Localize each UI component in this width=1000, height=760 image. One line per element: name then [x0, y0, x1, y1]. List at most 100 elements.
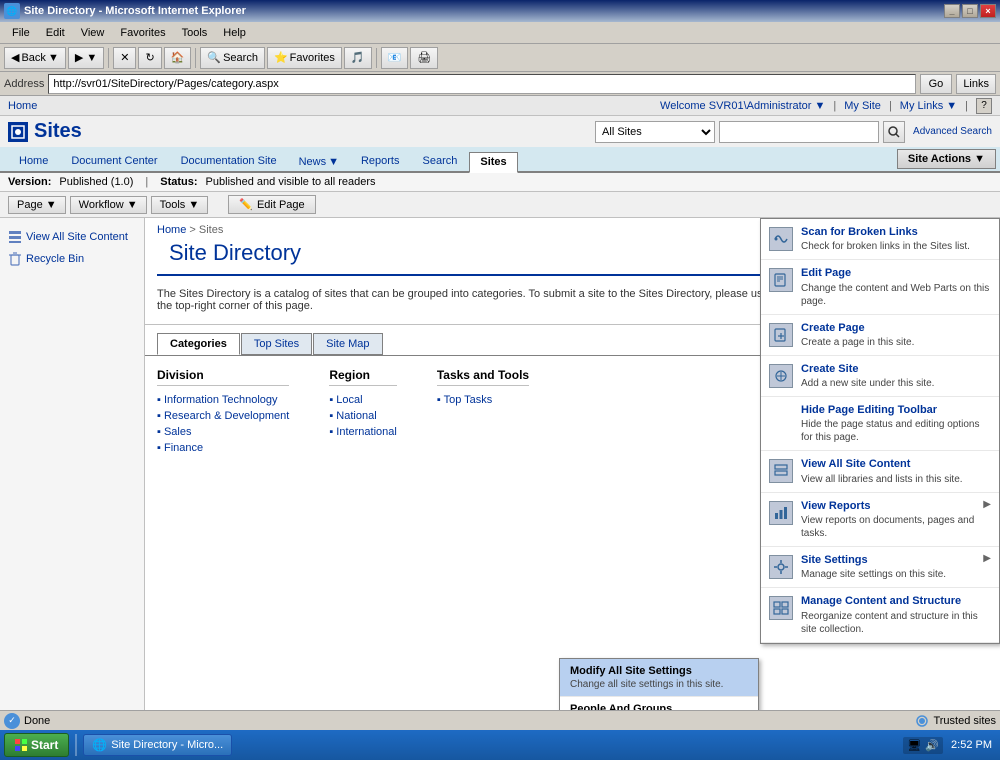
- maximize-button[interactable]: □: [962, 4, 978, 18]
- ms-modify-all[interactable]: Modify All Site Settings Change all site…: [560, 659, 758, 697]
- hide-toolbar-icon: [769, 405, 793, 429]
- tasks-list: Top Tasks: [437, 392, 529, 408]
- menu-view[interactable]: View: [73, 25, 113, 41]
- stop-button[interactable]: ✕: [113, 47, 136, 69]
- sp-sidebar: View All Site Content Recycle Bin: [0, 218, 145, 710]
- breadcrumb-home[interactable]: Home: [157, 224, 186, 236]
- taskbar-ie-item[interactable]: 🌐 Site Directory - Micro...: [83, 734, 232, 756]
- sp-nav-bar: Home Document Center Documentation Site …: [0, 147, 1000, 173]
- sp-nav-search[interactable]: Search: [412, 151, 469, 171]
- sa-create-page[interactable]: Create Page Create a page in this site.: [761, 315, 999, 356]
- menu-favorites[interactable]: Favorites: [112, 25, 173, 41]
- tab-categories[interactable]: Categories: [157, 333, 240, 355]
- sp-sidebar-view-all[interactable]: View All Site Content: [0, 226, 144, 248]
- sp-nav-home[interactable]: Home: [8, 151, 59, 171]
- edit-page-button[interactable]: ✏️ Edit Page: [228, 195, 315, 214]
- toolbar-print[interactable]: 🖨: [410, 47, 438, 69]
- sp-nav-document-center[interactable]: Document Center: [60, 151, 168, 171]
- workflow-dropdown-button[interactable]: Workflow ▼: [70, 196, 147, 214]
- search-button[interactable]: 🔍 Search: [200, 47, 265, 69]
- ms-modify-all-desc: Change all site settings in this site.: [570, 679, 748, 690]
- tools-dropdown-button[interactable]: Tools ▼: [151, 196, 209, 214]
- links-button[interactable]: Links: [956, 74, 996, 94]
- sp-sidebar-recycle-bin[interactable]: Recycle Bin: [0, 248, 144, 270]
- sa-site-settings[interactable]: Site Settings Manage site settings on th…: [761, 547, 999, 588]
- sp-nav-news-dropdown[interactable]: News ▼: [289, 153, 349, 171]
- list-item[interactable]: International: [329, 424, 397, 440]
- title-bar: 🌐 Site Directory - Microsoft Internet Ex…: [0, 0, 1000, 22]
- sa-hide-toolbar[interactable]: Hide Page Editing Toolbar Hide the page …: [761, 397, 999, 451]
- favorites-button[interactable]: ⭐ Favorites: [267, 47, 342, 69]
- toolbar-extra[interactable]: 📧: [381, 47, 409, 69]
- status-right: Trusted sites: [915, 714, 996, 728]
- close-button[interactable]: ×: [980, 4, 996, 18]
- list-item[interactable]: Finance: [157, 440, 289, 456]
- menu-edit[interactable]: Edit: [38, 25, 73, 41]
- minimize-button[interactable]: _: [944, 4, 960, 18]
- menu-help[interactable]: Help: [215, 25, 254, 41]
- tab-site-map[interactable]: Site Map: [313, 333, 382, 355]
- sa-create-site-title: Create Site: [801, 362, 991, 376]
- sp-nav-sites[interactable]: Sites: [469, 152, 517, 173]
- start-button[interactable]: Start: [4, 733, 69, 757]
- sp-content-area: Home > Sites Site Directory The Sites Di…: [145, 218, 1000, 710]
- reports-arrow-icon: ▶: [983, 499, 991, 510]
- sa-create-site[interactable]: Create Site Add a new site under this si…: [761, 356, 999, 397]
- window-controls[interactable]: _ □ ×: [944, 4, 996, 18]
- home-button[interactable]: 🏠: [164, 47, 192, 69]
- sa-view-all-content[interactable]: View All Site Content View all libraries…: [761, 451, 999, 492]
- division-heading: Division: [157, 368, 289, 386]
- go-button[interactable]: Go: [920, 74, 953, 94]
- edit-page-icon: [769, 268, 793, 292]
- media-button[interactable]: 🎵: [344, 47, 372, 69]
- refresh-button[interactable]: ↻: [138, 47, 161, 69]
- sp-version-label: Version:: [8, 176, 51, 188]
- app-icon: 🌐: [4, 3, 20, 19]
- list-item[interactable]: Research & Development: [157, 408, 289, 424]
- sp-search-scope[interactable]: All Sites: [595, 121, 715, 143]
- sa-edit-page[interactable]: Edit Page Change the content and Web Par…: [761, 260, 999, 314]
- list-item[interactable]: Sales: [157, 424, 289, 440]
- list-item[interactable]: National: [329, 408, 397, 424]
- forward-button[interactable]: ▶ ▼: [68, 47, 104, 69]
- sp-search-input[interactable]: [719, 121, 879, 143]
- page-dropdown-button[interactable]: Page ▼: [8, 196, 66, 214]
- sp-welcome-link[interactable]: Welcome SVR01\Administrator ▼: [660, 100, 825, 112]
- sp-nav-documentation-site[interactable]: Documentation Site: [170, 151, 288, 171]
- sa-scan-title: Scan for Broken Links: [801, 225, 991, 239]
- sa-edit-desc: Change the content and Web Parts on this…: [801, 282, 991, 308]
- sp-title-row: Sites All Sites Advanced Search: [0, 116, 1000, 147]
- sp-version-value: Published (1.0): [59, 176, 133, 188]
- view-all-content-icon: [769, 459, 793, 483]
- taskbar-right: 🖥 🔊 2:52 PM: [903, 737, 996, 754]
- ms-people-groups[interactable]: People And Groups Manage the users and g…: [560, 697, 758, 710]
- tab-top-sites[interactable]: Top Sites: [241, 333, 312, 355]
- list-item[interactable]: Local: [329, 392, 397, 408]
- sp-help-icon[interactable]: ?: [976, 98, 992, 114]
- sp-nav-reports[interactable]: Reports: [350, 151, 411, 171]
- sp-my-site-link[interactable]: My Site: [844, 100, 881, 112]
- address-label: Address: [4, 78, 44, 90]
- sp-my-links-link[interactable]: My Links ▼: [900, 100, 957, 112]
- sp-advanced-search-link[interactable]: Advanced Search: [913, 126, 992, 137]
- sa-scan-links[interactable]: Scan for Broken Links Check for broken l…: [761, 219, 999, 260]
- sa-manage-desc: Reorganize content and structure in this…: [801, 610, 991, 636]
- sa-manage-content[interactable]: Manage Content and Structure Reorganize …: [761, 588, 999, 642]
- list-item[interactable]: Information Technology: [157, 392, 289, 408]
- back-button[interactable]: ◀ Back ▼: [4, 47, 66, 69]
- scan-links-icon: [769, 227, 793, 251]
- site-actions-button[interactable]: Site Actions ▼: [897, 149, 996, 169]
- menu-file[interactable]: File: [4, 25, 38, 41]
- menu-tools[interactable]: Tools: [174, 25, 216, 41]
- settings-arrow-icon: ▶: [983, 553, 991, 564]
- sa-hide-desc: Hide the page status and editing options…: [801, 418, 991, 444]
- sp-home-link[interactable]: Home: [8, 100, 37, 112]
- sa-view-reports[interactable]: View Reports View reports on documents, …: [761, 493, 999, 547]
- address-input[interactable]: [48, 74, 915, 94]
- sp-site-icon: [8, 122, 28, 142]
- sp-site-title-text: Sites: [34, 120, 82, 143]
- site-settings-icon: [769, 555, 793, 579]
- sa-manage-title: Manage Content and Structure: [801, 594, 991, 608]
- list-item[interactable]: Top Tasks: [437, 392, 529, 408]
- sp-search-button[interactable]: [883, 121, 905, 143]
